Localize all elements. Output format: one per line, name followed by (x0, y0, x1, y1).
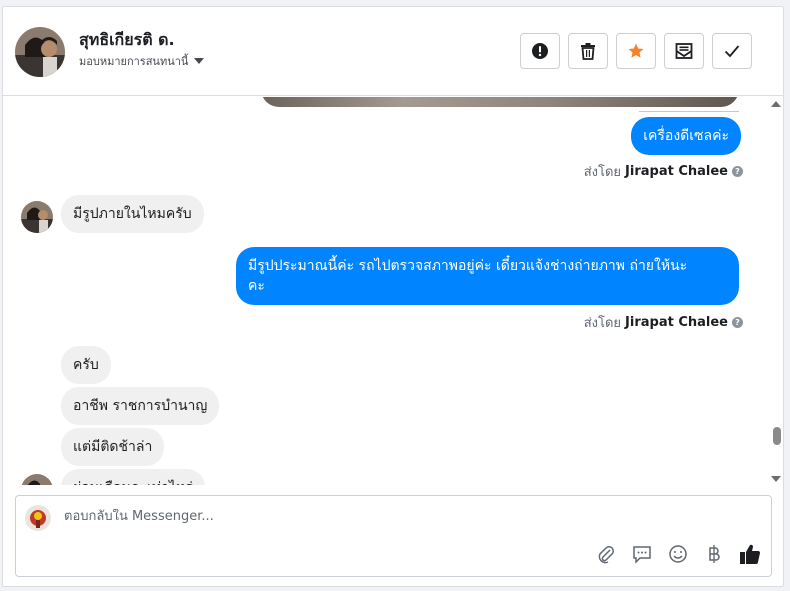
contact-avatar[interactable] (15, 27, 65, 77)
envelope-icon (675, 43, 693, 59)
mark-done-button[interactable] (712, 33, 752, 69)
message-outgoing: มีรูปประมาณนี้ค่ะ รถไปตรวจสภาพอยู่ค่ะ เด… (236, 247, 739, 305)
check-icon (724, 45, 740, 58)
scrollbar-thumb[interactable] (773, 427, 781, 445)
reply-input[interactable] (64, 509, 664, 524)
comment-icon[interactable] (631, 543, 653, 565)
assign-label: มอบหมายการสนทนานี้ (79, 55, 189, 68)
mark-unread-button[interactable] (664, 33, 704, 69)
message-thread[interactable]: เครื่องดีเซลค่ะ ส่งโดย Jirapat Chalee ? … (3, 97, 773, 485)
contact-avatar-small[interactable] (21, 201, 53, 233)
scroll-down-arrow-icon[interactable] (771, 476, 781, 482)
contact-avatar-small[interactable] (21, 474, 53, 485)
sent-by-label: ส่งโดย Jirapat Chalee ? (584, 161, 743, 182)
sender-name: Jirapat Chalee (625, 164, 728, 179)
assign-conversation-dropdown[interactable]: มอบหมายการสนทนานี้ (79, 52, 205, 70)
baht-icon[interactable] (703, 543, 725, 565)
conversation-panel: สุทธิเกียรติ ด. มอบหมายการสนทนานี้ เครื่… (2, 6, 784, 587)
divider (639, 111, 739, 112)
message-line: มีรูปประมาณนี้ค่ะ รถไปตรวจสภาพอยู่ค่ะ เด… (248, 258, 688, 274)
scroll-up-arrow-icon[interactable] (771, 101, 781, 107)
page-avatar (25, 505, 51, 531)
star-icon (628, 43, 644, 58)
sent-by-prefix: ส่งโดย (583, 165, 622, 180)
sent-by-prefix: ส่งโดย (583, 316, 622, 331)
composer-tools (595, 543, 761, 565)
header-actions (520, 33, 752, 69)
help-icon[interactable]: ? (732, 166, 743, 177)
message-incoming: ครับ (61, 346, 111, 384)
trash-icon (581, 43, 595, 60)
message-outgoing: เครื่องดีเซลค่ะ (631, 117, 741, 155)
reply-composer (15, 495, 772, 577)
smiley-icon[interactable] (667, 543, 689, 565)
message-incoming: ผ่อนเดือนละเท่าไหร่ (61, 469, 205, 485)
mark-spam-button[interactable] (520, 33, 560, 69)
conversation-header: สุทธิเกียรติ ด. มอบหมายการสนทนานี้ (3, 7, 783, 96)
message-line: คะ (248, 278, 265, 294)
message-incoming: แต่มีติดช้าล่า (61, 428, 165, 466)
shared-photo[interactable] (261, 97, 739, 107)
sent-by-label: ส่งโดย Jirapat Chalee ? (584, 312, 743, 333)
message-incoming: อาชีพ ราชการบำนาญ (61, 387, 220, 425)
contact-name[interactable]: สุทธิเกียรติ ด. (79, 28, 175, 53)
sender-name: Jirapat Chalee (625, 315, 728, 330)
help-icon[interactable]: ? (732, 317, 743, 328)
star-button[interactable] (616, 33, 656, 69)
alert-icon (532, 43, 548, 59)
thumbs-up-icon[interactable] (739, 543, 761, 565)
message-incoming: มีรูปภายในไหมครับ (61, 195, 204, 233)
delete-button[interactable] (568, 33, 608, 69)
paperclip-icon[interactable] (595, 543, 617, 565)
caret-down-icon (194, 58, 205, 64)
